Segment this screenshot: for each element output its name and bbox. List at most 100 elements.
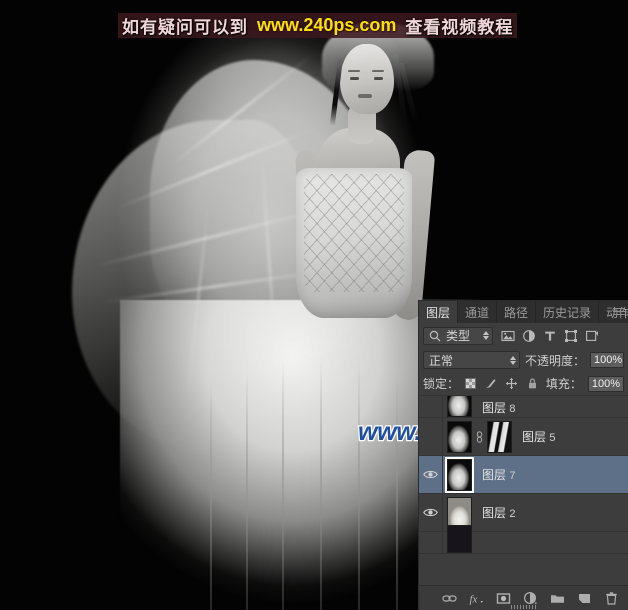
svg-text:fx: fx <box>470 593 478 605</box>
type-layer-filter-icon[interactable] <box>543 329 557 343</box>
opacity-label: 不透明度： <box>524 353 585 368</box>
layer-thumbnails <box>447 420 512 453</box>
lock-image-pixels-icon[interactable] <box>484 377 497 390</box>
table-row[interactable]: 图层 8 <box>419 396 628 418</box>
mask-image <box>488 421 511 452</box>
lock-all-icon[interactable] <box>526 377 539 390</box>
layer-thumbnail[interactable] <box>447 420 472 453</box>
layer-name-text: 图层 <box>482 506 507 520</box>
delete-layer-icon[interactable] <box>604 591 619 606</box>
layer-visibility-toggle[interactable] <box>419 494 443 531</box>
layer-thumbnails <box>447 396 472 417</box>
layer-number-text: 7 <box>509 470 516 482</box>
filter-type-icons <box>501 329 599 343</box>
pixel-layer-filter-icon[interactable] <box>501 329 515 343</box>
blend-mode-value: 正常 <box>429 353 454 368</box>
layer-visibility-toggle[interactable] <box>419 396 443 417</box>
skirt-fold <box>396 374 398 610</box>
blend-mode-dropdown[interactable]: 正常 <box>423 351 520 369</box>
thumbnail-image <box>448 497 471 528</box>
new-group-icon[interactable] <box>550 591 565 606</box>
adjustment-layer-filter-icon[interactable] <box>522 329 536 343</box>
mouth <box>358 94 372 98</box>
layer-thumbnails <box>447 496 472 529</box>
skirt-fold <box>210 380 212 610</box>
blend-opacity-row: 正常 不透明度： 100% <box>419 348 628 372</box>
eye-icon[interactable] <box>423 507 438 518</box>
thumbnail-image <box>448 396 471 416</box>
bodice-lattice-pattern <box>304 174 404 292</box>
table-row[interactable]: 图层 7 <box>419 456 628 494</box>
layer-visibility-toggle[interactable] <box>419 456 443 493</box>
banner-url-text: www.240ps.com <box>257 15 397 35</box>
lock-fill-row: 锁定： 填充： 100% <box>419 372 628 396</box>
chevron-updown-icon[interactable] <box>483 331 489 340</box>
lock-label: 锁定： <box>423 377 460 391</box>
smart-object-filter-icon[interactable] <box>585 329 599 343</box>
add-layer-mask-icon[interactable] <box>496 591 511 606</box>
banner-prefix-text: 如有疑问可以到 <box>122 18 248 37</box>
shape-layer-filter-icon[interactable] <box>564 329 578 343</box>
skirt-fold <box>282 360 284 610</box>
skirt-fold <box>358 362 360 610</box>
tab-paths-label: 路径 <box>504 305 529 320</box>
layer-name-text: 图层 <box>522 430 547 444</box>
layer-number-text: 5 <box>549 432 556 444</box>
opacity-value[interactable]: 100% <box>589 352 624 368</box>
thumbnail-image <box>448 421 471 452</box>
tab-channels-label: 通道 <box>465 305 490 320</box>
tab-history-label: 历史记录 <box>543 305 592 320</box>
skirt-fold <box>246 370 248 610</box>
layers-panel-toolbar: fx <box>419 585 628 610</box>
tab-channels[interactable]: 通道 <box>458 301 498 323</box>
layer-filter-row: 类型 <box>419 323 628 348</box>
layer-name[interactable]: 图层 5 <box>522 428 555 445</box>
lock-transparent-pixels-icon[interactable] <box>465 378 477 389</box>
chevron-updown-icon[interactable] <box>509 355 516 365</box>
filter-kind-dropdown[interactable]: 类型 <box>423 326 493 345</box>
layer-number-text: 2 <box>509 508 516 520</box>
fill-label: 填充： <box>545 377 582 391</box>
eye-icon[interactable] <box>423 469 438 480</box>
layer-thumbnail[interactable] <box>447 496 472 529</box>
tab-layers-label: 图层 <box>426 305 451 320</box>
layer-thumbnail[interactable] <box>447 396 472 417</box>
photoshop-screenshot: 如有疑问可以到 www.240ps.com 查看视频教程 www.240ps.c… <box>0 0 628 610</box>
link-layers-icon[interactable] <box>442 591 457 606</box>
layer-name[interactable]: 图层 7 <box>482 466 515 483</box>
layer-name[interactable]: 图层 8 <box>482 399 515 416</box>
layer-visibility-toggle[interactable] <box>419 532 443 553</box>
layer-name[interactable]: 图层 2 <box>482 504 515 521</box>
thumbnail-image <box>448 526 471 552</box>
fill-value[interactable]: 100% <box>587 375 624 392</box>
lock-position-icon[interactable] <box>505 377 518 390</box>
layers-panel[interactable]: 图层 通道 路径 历史记录 动作 类型 正常 不透明度： 100% 锁定： 填充… <box>418 300 628 610</box>
new-adjustment-layer-icon[interactable] <box>523 591 538 606</box>
table-row[interactable] <box>419 525 628 554</box>
panel-tab-strip: 图层 通道 路径 历史记录 动作 <box>419 301 628 323</box>
filter-kind-value: 类型 <box>446 329 471 343</box>
layer-thumbnails <box>445 456 474 493</box>
lock-buttons <box>465 377 539 390</box>
panel-menu-icon[interactable] <box>613 305 625 317</box>
layer-style-fx-icon[interactable]: fx <box>469 591 484 606</box>
new-layer-icon[interactable] <box>577 591 592 606</box>
layer-name-text: 图层 <box>482 468 507 482</box>
layer-thumbnails <box>447 525 472 553</box>
layer-list[interactable]: 图层 8 图层 5 图层 7 图层 2 <box>419 396 628 585</box>
layer-number-text: 8 <box>509 403 516 415</box>
layer-mask-thumbnail[interactable] <box>487 420 512 453</box>
search-icon <box>429 330 441 341</box>
tab-layers[interactable]: 图层 <box>419 301 459 323</box>
table-row[interactable]: 图层 5 <box>419 418 628 456</box>
thumbnail-image <box>448 459 471 490</box>
layer-thumbnail[interactable] <box>445 456 474 493</box>
tutorial-banner: 如有疑问可以到 www.240ps.com 查看视频教程 <box>118 13 518 38</box>
panel-resize-grip[interactable] <box>510 605 537 609</box>
link-mask-icon[interactable] <box>475 430 484 443</box>
layer-thumbnail[interactable] <box>447 525 472 553</box>
dress-bodice <box>296 168 412 318</box>
tab-history[interactable]: 历史记录 <box>536 301 600 323</box>
layer-visibility-toggle[interactable] <box>419 418 443 455</box>
tab-paths[interactable]: 路径 <box>497 301 537 323</box>
